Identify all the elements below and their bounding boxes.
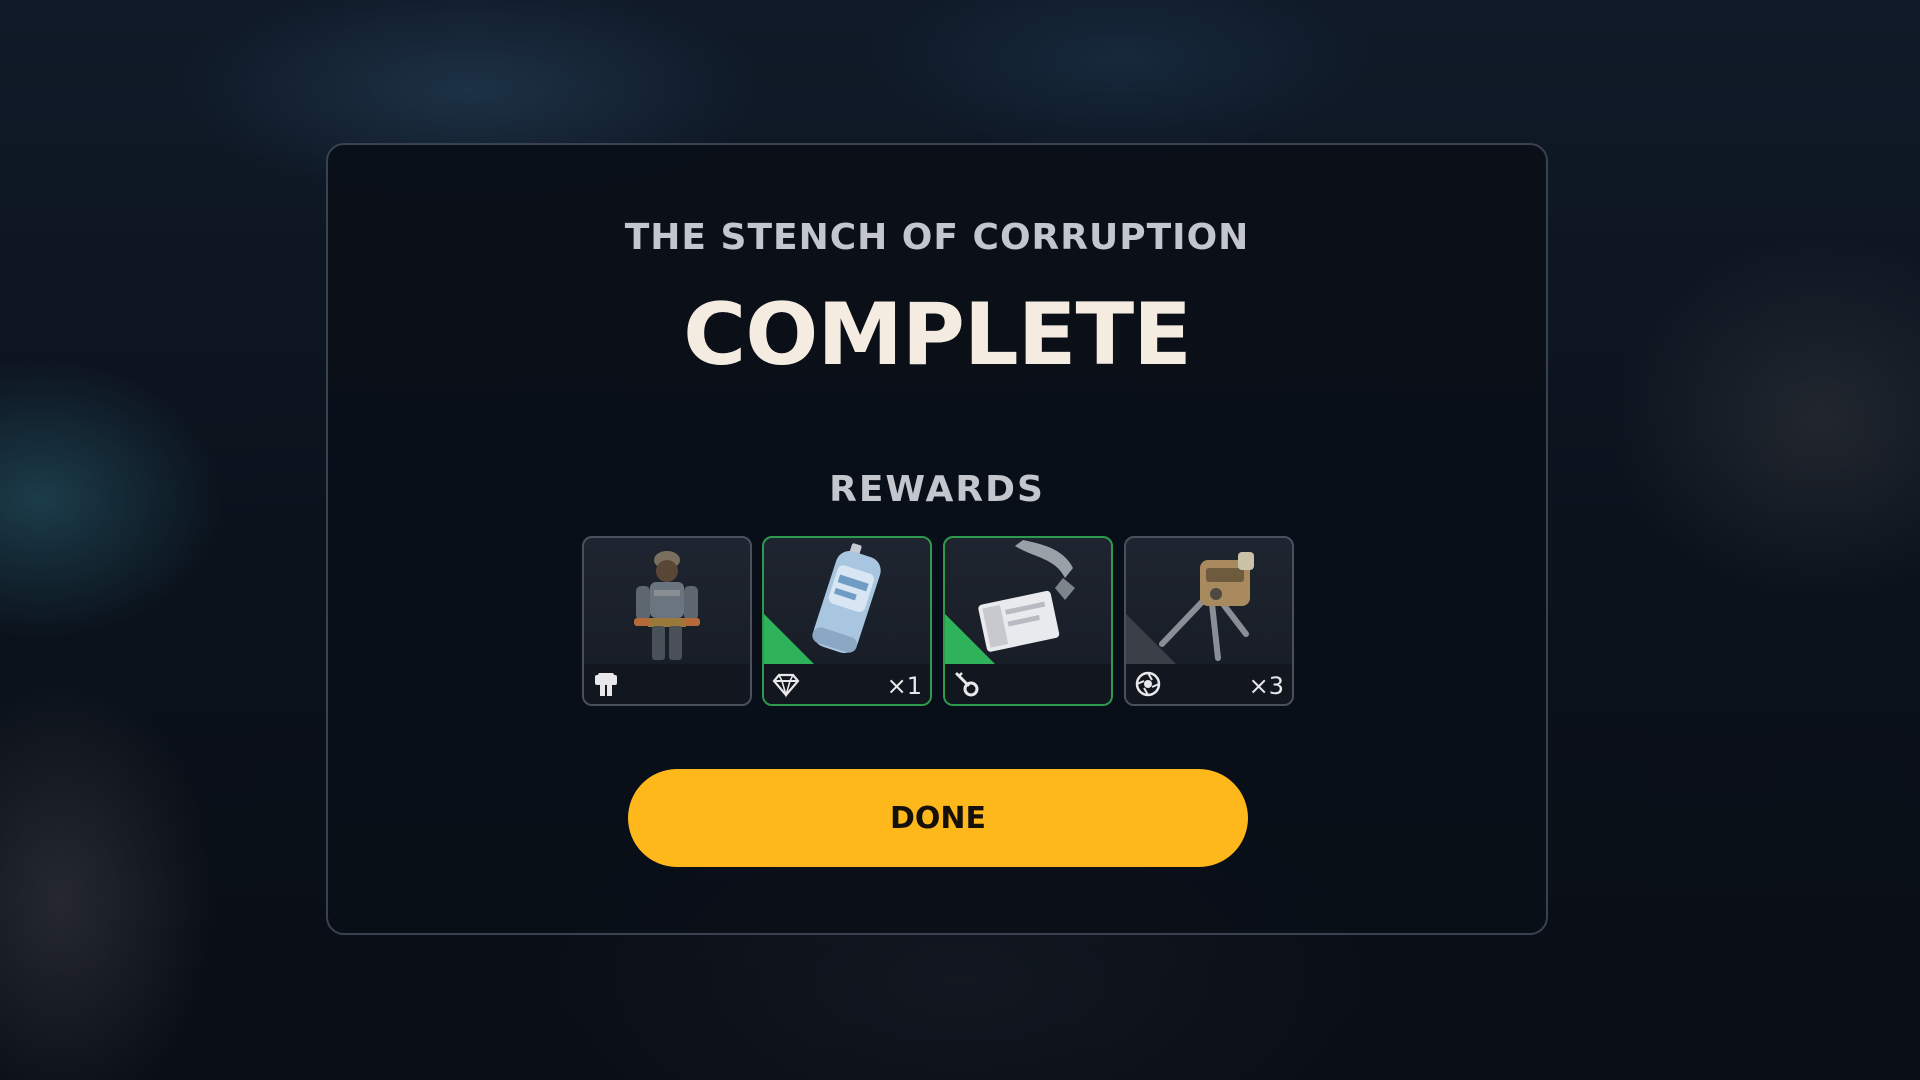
- reward-list: ×1 ×3: [582, 536, 1294, 708]
- rewards-heading: REWARDS: [829, 469, 1045, 510]
- done-button[interactable]: DONE: [628, 769, 1248, 867]
- reward-item-canister[interactable]: ×1: [762, 536, 932, 706]
- aperture-icon: [1135, 671, 1161, 697]
- rarity-corner: [945, 614, 995, 664]
- reward-item-keycard[interactable]: [943, 536, 1113, 706]
- reward-quantity: ×1: [886, 672, 922, 700]
- reward-item-turret[interactable]: ×3: [1124, 536, 1294, 706]
- outfit-icon: [595, 673, 617, 696]
- quest-status: COMPLETE: [683, 285, 1192, 385]
- rarity-corner: [764, 614, 814, 664]
- gem-icon: [772, 673, 800, 698]
- reward-item-outfit[interactable]: [582, 536, 752, 706]
- key-icon: [955, 672, 979, 697]
- reward-quantity: ×3: [1248, 672, 1284, 700]
- rarity-corner: [1126, 614, 1176, 664]
- quest-complete-dialog: THE STENCH OF CORRUPTION COMPLETE REWARD…: [326, 143, 1548, 935]
- outfit-character-image: [634, 551, 700, 660]
- quest-title: THE STENCH OF CORRUPTION: [624, 217, 1250, 258]
